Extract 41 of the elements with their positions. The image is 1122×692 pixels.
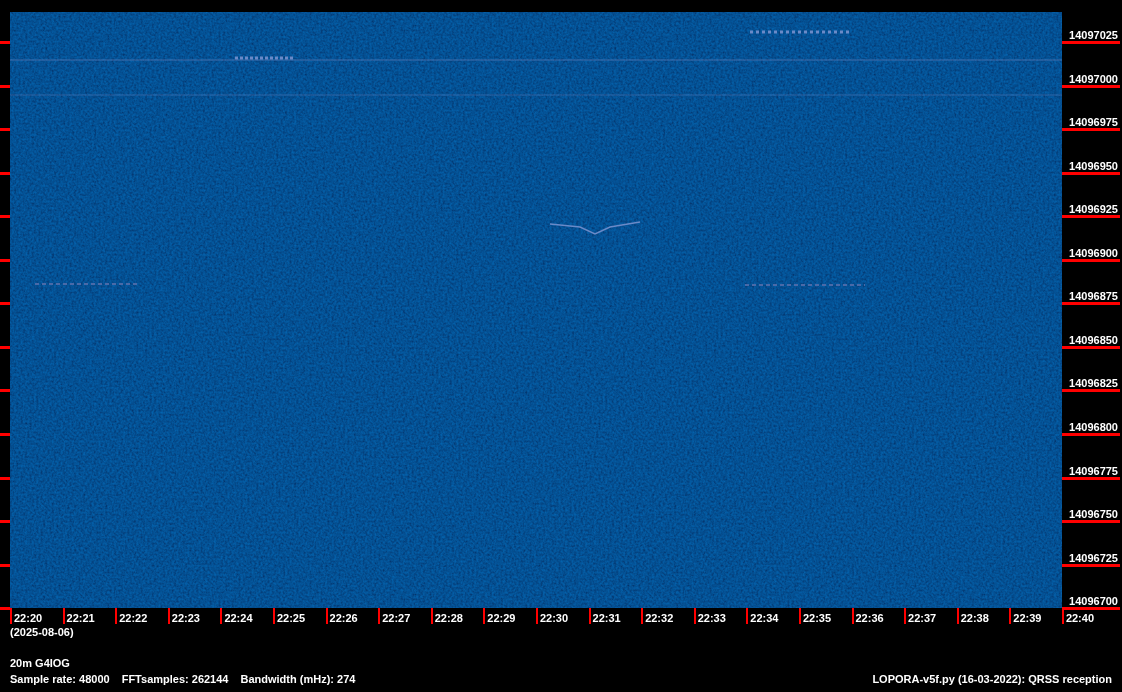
frequency-label: 14096850 [1062, 333, 1120, 349]
time-label: 22:29 [483, 608, 516, 624]
frequency-label: 14096950 [1062, 159, 1120, 175]
frequency-label: 14097000 [1062, 72, 1120, 88]
time-label: 22:26 [325, 608, 358, 624]
time-label: 22:28 [430, 608, 463, 624]
time-label: 22:27 [378, 608, 411, 624]
software-label: LOPORA-v5f.py (16-03-2022): QRSS reception [872, 673, 1112, 686]
parameter-label: FFTsamples: 262144 [121, 673, 229, 686]
time-label: 22:40 [1061, 608, 1094, 624]
frequency-label: 14096750 [1062, 508, 1120, 524]
time-label: 22:30 [535, 608, 569, 624]
frequency-label: 14096975 [1062, 116, 1120, 132]
station-label: 20m G4IOG [10, 657, 70, 670]
frequency-label: 14096800 [1062, 420, 1120, 436]
time-label: 22:25 [272, 608, 306, 624]
frequency-label: 14096875 [1062, 290, 1120, 306]
time-label: 22:39 [1009, 608, 1042, 624]
time-label: 22:36 [851, 608, 884, 624]
frequency-label: 14096775 [1062, 464, 1120, 480]
parameter-label: Bandwidth (mHz): 274 [240, 673, 356, 686]
date-label: (2025-08-06) [10, 626, 74, 639]
time-label: 22:24 [220, 608, 253, 624]
time-label: 22:20 [10, 608, 43, 624]
time-label: 22:35 [798, 608, 832, 624]
time-label: 22:23 [167, 608, 200, 624]
time-label: 22:34 [746, 608, 779, 624]
frequency-label: 14096900 [1062, 246, 1120, 262]
frequency-label: 14097025 [1062, 29, 1120, 45]
time-label: 22:21 [62, 608, 95, 624]
frequency-label: 14096925 [1062, 203, 1120, 219]
frequency-label: 14096725 [1062, 551, 1120, 567]
time-label: 22:37 [904, 608, 937, 624]
frequency-label: 14096825 [1062, 377, 1120, 393]
time-label: 22:32 [641, 608, 674, 624]
parameter-label: Sample rate: 48000 [10, 673, 110, 686]
time-label: 22:38 [956, 608, 989, 624]
frequency-label: 14096700 [1062, 595, 1120, 611]
time-label: 22:33 [693, 608, 726, 624]
time-label: 22:22 [115, 608, 148, 624]
time-label: 22:31 [588, 608, 621, 624]
